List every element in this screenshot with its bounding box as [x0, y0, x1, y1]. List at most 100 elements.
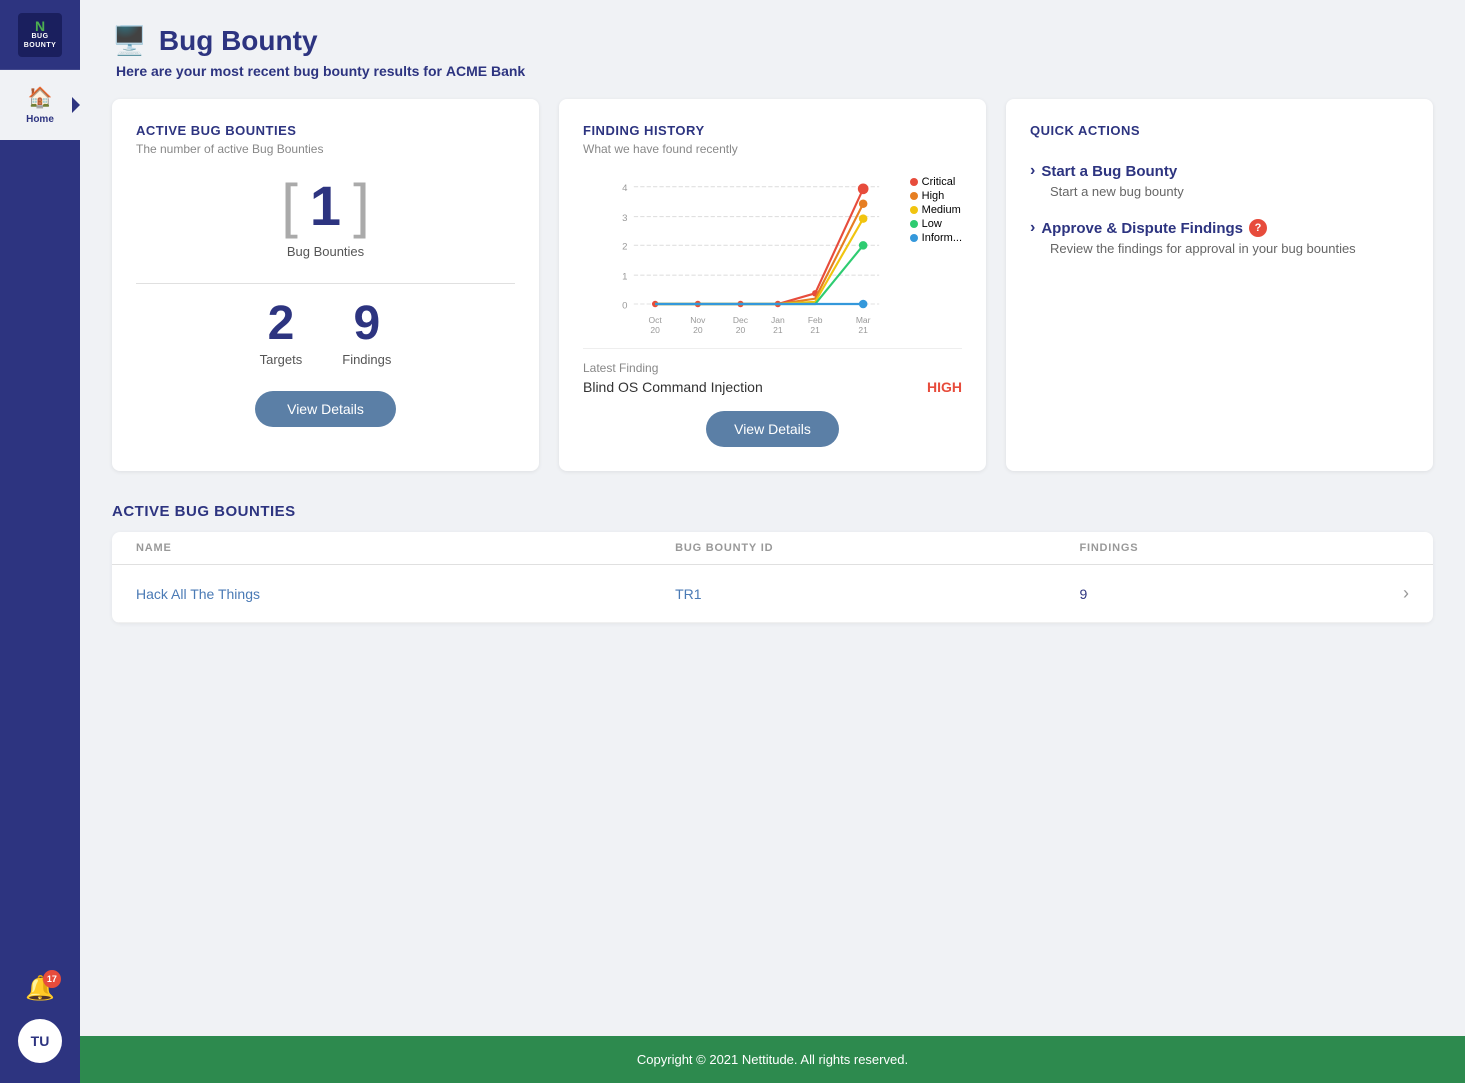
finding-history-card: FINDING HISTORY What we have found recen…	[559, 99, 986, 471]
bounty-count: 1	[310, 178, 341, 234]
chart-container: 0 1 2 3 4 Oct 20 Nov 20 Dec 20 Jan 21	[583, 176, 962, 336]
table-header: NAME BUG BOUNTY ID FINDINGS	[112, 532, 1433, 565]
table-section-title: ACTIVE BUG BOUNTIES	[112, 503, 1433, 520]
chevron-icon-start: ›	[1030, 162, 1035, 180]
logo-text: BUGBOUNTY	[24, 33, 57, 50]
chart-legend: Critical High Medium Low	[910, 176, 962, 244]
quick-action-start-bounty: › Start a Bug Bounty Start a new bug bou…	[1030, 162, 1409, 199]
footer-text: Copyright © 2021 Nettitude. All rights r…	[637, 1052, 908, 1067]
svg-text:Nov: Nov	[690, 315, 706, 325]
notification-badge: 17	[43, 970, 61, 988]
sidebar-item-home[interactable]: 🏠 Home	[0, 70, 80, 140]
approve-title-row: › Approve & Dispute Findings ?	[1030, 219, 1409, 237]
table-section: ACTIVE BUG BOUNTIES NAME BUG BOUNTY ID F…	[112, 503, 1433, 623]
main-content: 🖥️ Bug Bounty Here are your most recent …	[80, 0, 1465, 1083]
legend-dot-medium	[910, 206, 918, 214]
table-container: NAME BUG BOUNTY ID FINDINGS Hack All The…	[112, 532, 1433, 623]
row-findings: 9	[1079, 586, 1349, 602]
subtitle-company: ACME Bank	[446, 63, 525, 79]
logo-n-letter: N	[35, 19, 45, 33]
start-bounty-title[interactable]: Start a Bug Bounty	[1041, 163, 1177, 180]
svg-text:20: 20	[693, 325, 703, 335]
legend-dot-low	[910, 220, 918, 228]
start-bounty-desc: Start a new bug bounty	[1050, 184, 1409, 199]
bounty-label: Bug Bounties	[287, 244, 364, 259]
row-name: Hack All The Things	[136, 586, 675, 602]
svg-text:3: 3	[622, 213, 627, 224]
svg-text:20: 20	[736, 325, 746, 335]
sidebar-logo: N BUGBOUNTY	[0, 0, 80, 70]
legend-label-critical: Critical	[922, 176, 956, 188]
latest-finding-label: Latest Finding	[583, 361, 962, 375]
quick-action-approve: › Approve & Dispute Findings ? Review th…	[1030, 219, 1409, 256]
logo-box: N BUGBOUNTY	[18, 13, 62, 57]
footer: Copyright © 2021 Nettitude. All rights r…	[80, 1036, 1465, 1083]
notification-button[interactable]: 🔔 17	[25, 974, 55, 1003]
row-arrow: ›	[1349, 583, 1409, 604]
finding-history-chart: 0 1 2 3 4 Oct 20 Nov 20 Dec 20 Jan 21	[583, 176, 962, 336]
col-name: NAME	[136, 542, 675, 554]
legend-dot-critical	[910, 178, 918, 186]
finding-history-subtitle: What we have found recently	[583, 142, 962, 156]
latest-finding-row: Blind OS Command Injection HIGH	[583, 379, 962, 395]
latest-finding-name: Blind OS Command Injection	[583, 379, 763, 395]
active-bounties-subtitle: The number of active Bug Bounties	[136, 142, 515, 156]
findings-label: Findings	[342, 352, 391, 367]
stats-row: 2 Targets 9 Findings	[260, 300, 392, 367]
findings-stat: 9 Findings	[342, 300, 391, 367]
svg-text:20: 20	[650, 325, 660, 335]
finding-view-details-button[interactable]: View Details	[706, 411, 839, 447]
page-title-row: 🖥️ Bug Bounty	[112, 24, 1433, 57]
legend-info: Inform...	[910, 232, 962, 244]
legend-critical: Critical	[910, 176, 962, 188]
quick-actions-title: QUICK ACTIONS	[1030, 123, 1409, 138]
svg-text:Oct: Oct	[649, 315, 663, 325]
legend-high: High	[910, 190, 962, 202]
big-number-container: [ 1 ]	[281, 176, 370, 236]
legend-label-info: Inform...	[922, 232, 962, 244]
legend-medium: Medium	[910, 204, 962, 216]
user-avatar[interactable]: TU	[18, 1019, 62, 1063]
start-bounty-title-row: › Start a Bug Bounty	[1030, 162, 1409, 180]
svg-text:21: 21	[773, 325, 783, 335]
page-header: 🖥️ Bug Bounty Here are your most recent …	[112, 24, 1433, 79]
active-bounties-card: ACTIVE BUG BOUNTIES The number of active…	[112, 99, 539, 471]
legend-label-high: High	[922, 190, 945, 202]
legend-dot-info	[910, 234, 918, 242]
finding-history-title: FINDING HISTORY	[583, 123, 962, 138]
page-subtitle: Here are your most recent bug bounty res…	[116, 63, 1433, 79]
approve-desc: Review the findings for approval in your…	[1050, 241, 1409, 256]
page-title: Bug Bounty	[159, 25, 318, 57]
bounties-view-details-button[interactable]: View Details	[255, 391, 396, 427]
svg-text:4: 4	[622, 183, 628, 194]
legend-label-low: Low	[922, 218, 942, 230]
page-title-icon: 🖥️	[112, 24, 147, 57]
sidebar-bottom: 🔔 17 TU	[18, 974, 62, 1083]
svg-text:1: 1	[622, 271, 627, 282]
row-id: TR1	[675, 586, 1079, 602]
svg-text:2: 2	[622, 242, 627, 253]
approve-title[interactable]: Approve & Dispute Findings	[1041, 220, 1243, 237]
sidebar-home-label: Home	[26, 114, 54, 125]
targets-stat: 2 Targets	[260, 300, 303, 367]
svg-text:Mar: Mar	[856, 315, 871, 325]
col-arrow	[1349, 542, 1409, 554]
targets-count: 2	[268, 300, 295, 348]
bracket-right: ]	[353, 176, 370, 236]
svg-text:0: 0	[622, 300, 627, 311]
stats-divider	[136, 283, 515, 284]
content-area: 🖥️ Bug Bounty Here are your most recent …	[80, 0, 1465, 1036]
subtitle-prefix: Here are your most recent bug bounty res…	[116, 63, 442, 79]
quick-actions-card: QUICK ACTIONS › Start a Bug Bounty Start…	[1006, 99, 1433, 471]
col-findings: FINDINGS	[1079, 542, 1349, 554]
sidebar: N BUGBOUNTY 🏠 Home 🔔 17 TU	[0, 0, 80, 1083]
table-row[interactable]: Hack All The Things TR1 9 ›	[112, 565, 1433, 623]
latest-finding-severity: HIGH	[927, 379, 962, 395]
svg-text:Feb: Feb	[808, 315, 823, 325]
bounty-stats: [ 1 ] Bug Bounties 2 Targets 9 Finding	[136, 176, 515, 427]
findings-count: 9	[353, 300, 380, 348]
home-icon: 🏠	[28, 85, 53, 110]
legend-low: Low	[910, 218, 962, 230]
svg-text:21: 21	[810, 325, 820, 335]
svg-text:21: 21	[858, 325, 868, 335]
